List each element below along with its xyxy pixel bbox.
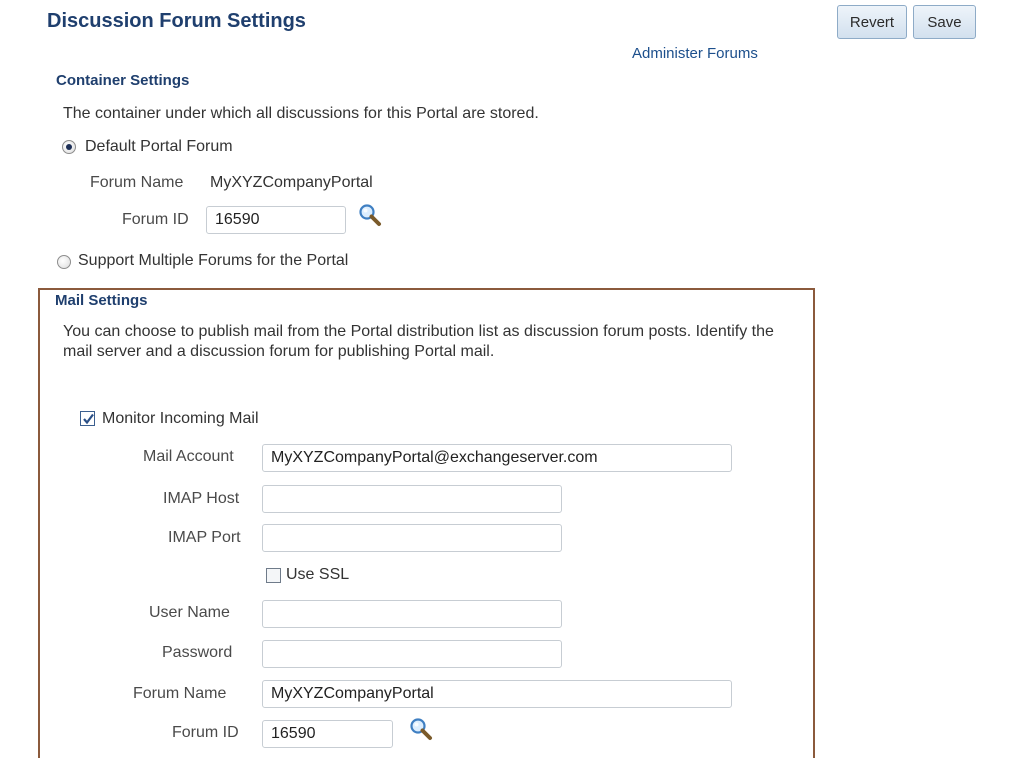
password-input[interactable] (262, 640, 562, 668)
use-ssl-checkbox[interactable] (266, 568, 281, 583)
mail-forum-name-input[interactable] (262, 680, 732, 708)
mail-account-input[interactable] (262, 444, 732, 472)
monitor-mail-checkbox[interactable] (80, 411, 95, 426)
multiple-forums-label: Support Multiple Forums for the Portal (78, 252, 349, 269)
mail-forum-name-label: Forum Name (133, 685, 227, 702)
imap-host-input[interactable] (262, 485, 562, 513)
checkmark-icon (83, 413, 94, 425)
forum-id-label: Forum ID (122, 211, 189, 228)
user-name-label: User Name (149, 604, 230, 621)
container-settings-title: Container Settings (56, 72, 190, 89)
search-icon[interactable] (409, 717, 433, 741)
revert-button[interactable]: Revert (837, 5, 907, 39)
search-icon[interactable] (358, 203, 382, 227)
password-label: Password (162, 644, 233, 661)
container-settings-description: The container under which all discussion… (63, 105, 539, 122)
save-button[interactable]: Save (913, 5, 976, 39)
monitor-mail-label: Monitor Incoming Mail (102, 410, 259, 427)
imap-port-input[interactable] (262, 524, 562, 552)
imap-port-label: IMAP Port (168, 529, 241, 546)
mail-settings-title: Mail Settings (55, 292, 148, 309)
administer-forums-link[interactable]: Administer Forums (632, 45, 758, 62)
forum-name-value: MyXYZCompanyPortal (210, 174, 373, 191)
imap-host-label: IMAP Host (163, 490, 240, 507)
mail-account-label: Mail Account (143, 448, 234, 465)
user-name-input[interactable] (262, 600, 562, 628)
default-portal-forum-label: Default Portal Forum (85, 138, 233, 155)
forum-name-label: Forum Name (90, 174, 184, 191)
mail-forum-id-label: Forum ID (172, 724, 239, 741)
multiple-forums-radio[interactable] (57, 255, 71, 269)
mail-settings-description: You can choose to publish mail from the … (63, 323, 774, 360)
default-portal-forum-radio[interactable] (62, 140, 76, 154)
forum-id-input[interactable] (206, 206, 346, 234)
page-title: Discussion Forum Settings (47, 10, 306, 32)
use-ssl-label: Use SSL (286, 566, 350, 583)
mail-forum-id-input[interactable] (262, 720, 393, 748)
